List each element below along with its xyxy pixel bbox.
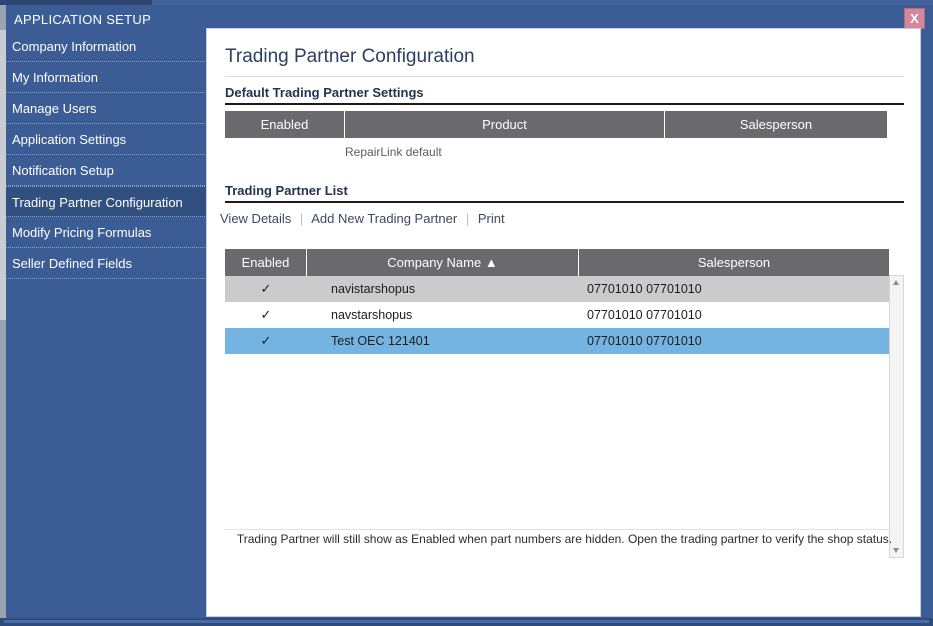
sidebar-item-notification-setup[interactable]: Notification Setup — [6, 155, 207, 186]
chevron-up-icon[interactable] — [890, 276, 903, 289]
default-cell-enabled — [225, 138, 345, 166]
content-panel: Trading Partner Configuration Default Tr… — [206, 28, 921, 617]
sidebar-item-my-information[interactable]: My Information — [6, 62, 207, 93]
sidebar-item-application-settings[interactable]: Application Settings — [6, 124, 207, 155]
print-link[interactable]: Print — [478, 211, 505, 226]
add-new-trading-partner-link[interactable]: Add New Trading Partner — [311, 211, 457, 226]
partner-list-header-row: Enabled Company Name ▲ Salesperson — [225, 249, 889, 276]
sidebar: Company Information My Information Manag… — [6, 31, 207, 618]
sidebar-item-trading-partner-configuration[interactable]: Trading Partner Configuration — [6, 186, 207, 217]
page-title: Trading Partner Configuration — [225, 46, 475, 67]
column-header-enabled[interactable]: Enabled — [225, 249, 307, 276]
window-bottom-band-inner — [4, 620, 929, 623]
sidebar-item-company-information[interactable]: Company Information — [6, 31, 207, 62]
default-settings-header-row: Enabled Product Salesperson — [225, 111, 887, 138]
section-rule-default-settings — [225, 103, 904, 105]
view-details-link[interactable]: View Details — [220, 211, 291, 226]
action-separator-2: | — [465, 211, 470, 226]
column-header-company-name[interactable]: Company Name ▲ — [307, 249, 579, 276]
section-rule-partner-list — [225, 201, 904, 203]
scroll-down-triangle — [893, 548, 899, 553]
default-settings-table: Enabled Product Salesperson RepairLink d… — [225, 111, 887, 166]
application-window: APPLICATION SETUP X Company Information … — [0, 0, 933, 626]
default-header-salesperson: Salesperson — [665, 111, 887, 138]
action-separator-1: | — [299, 211, 304, 226]
scroll-up-triangle — [893, 280, 899, 285]
app-title: APPLICATION SETUP — [14, 12, 152, 27]
vertical-scrollbar[interactable] — [889, 275, 904, 558]
default-header-enabled: Enabled — [225, 111, 345, 138]
default-settings-row[interactable]: RepairLink default — [225, 138, 887, 166]
section-heading-default-settings: Default Trading Partner Settings — [225, 85, 424, 100]
default-header-product: Product — [345, 111, 665, 138]
default-cell-product: RepairLink default — [345, 145, 442, 159]
sidebar-item-manage-users[interactable]: Manage Users — [6, 93, 207, 124]
section-heading-partner-list: Trading Partner List — [225, 183, 348, 198]
footer-note: Trading Partner will still show as Enabl… — [236, 532, 893, 546]
action-links-bar: View Details | Add New Trading Partner |… — [220, 211, 505, 226]
close-icon[interactable]: X — [904, 8, 925, 29]
default-cell-salesperson — [665, 138, 887, 166]
sidebar-item-seller-defined-fields[interactable]: Seller Defined Fields — [6, 248, 207, 279]
column-header-salesperson[interactable]: Salesperson — [579, 249, 889, 276]
page-title-rule — [225, 76, 904, 77]
partner-list-viewport — [225, 275, 889, 530]
sidebar-item-modify-pricing-formulas[interactable]: Modify Pricing Formulas — [6, 217, 207, 248]
